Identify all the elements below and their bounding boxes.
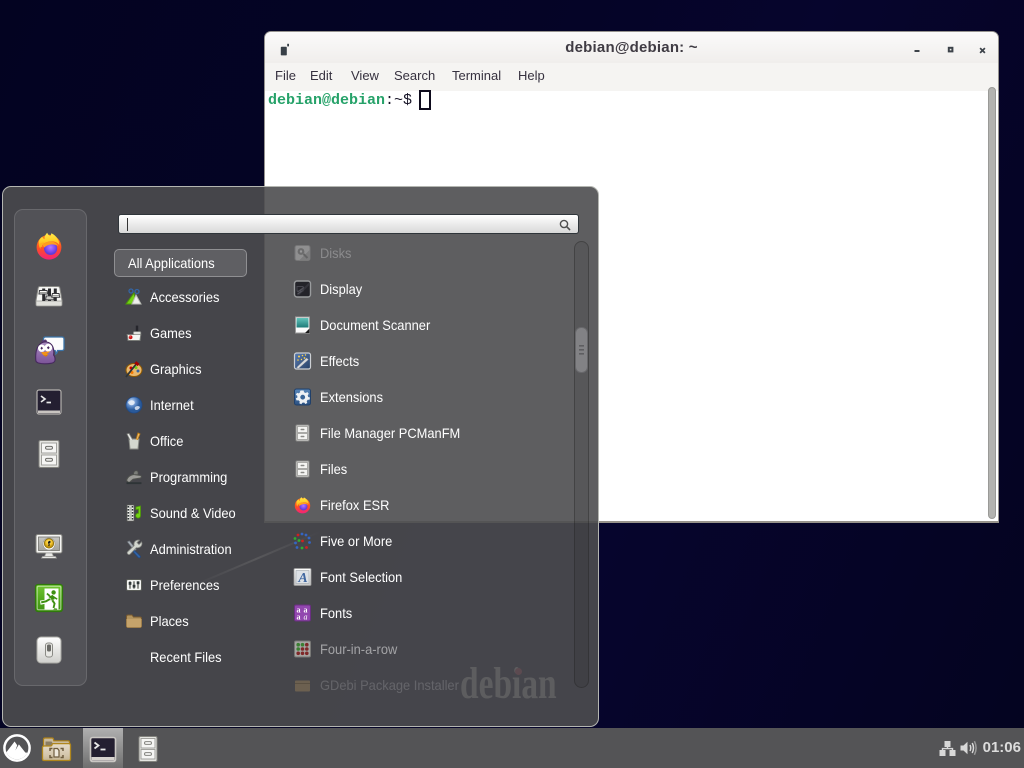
svg-text:A: A bbox=[297, 571, 307, 586]
svg-text:a: a bbox=[304, 613, 308, 622]
svg-text:a: a bbox=[297, 613, 301, 622]
